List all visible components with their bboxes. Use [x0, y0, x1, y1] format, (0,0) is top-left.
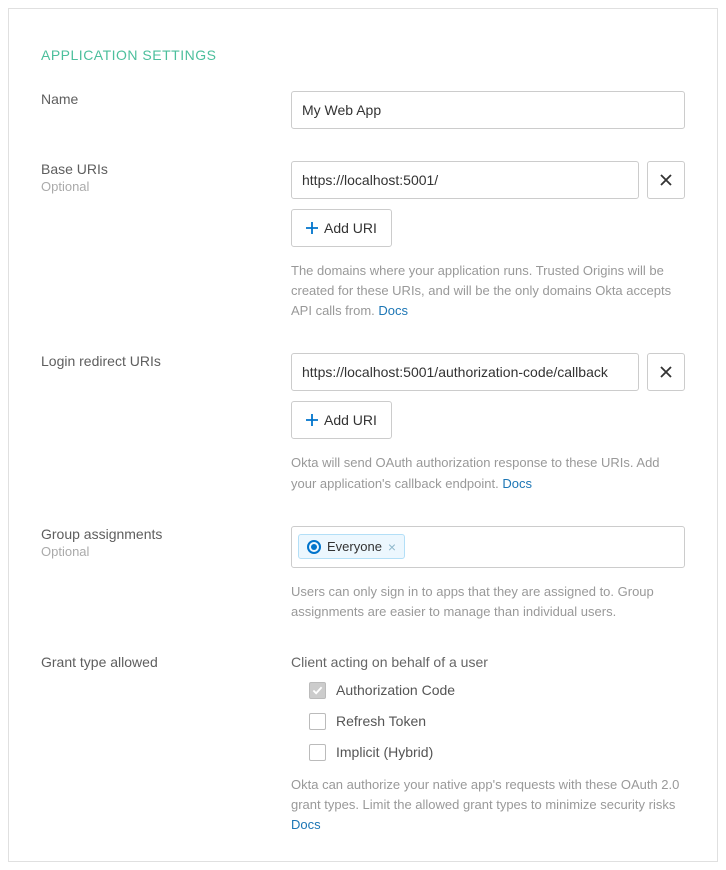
- help-text: The domains where your application runs.…: [291, 261, 685, 321]
- remove-uri-button[interactable]: [647, 161, 685, 199]
- row-grant-type: Grant type allowed Client acting on beha…: [41, 654, 685, 835]
- add-uri-button[interactable]: Add URI: [291, 209, 392, 247]
- help-grant: Okta can authorize your native app's req…: [291, 777, 679, 812]
- docs-link[interactable]: Docs: [291, 817, 321, 832]
- section-title: APPLICATION SETTINGS: [41, 47, 685, 63]
- group-tag-input[interactable]: Everyone ×: [291, 526, 685, 568]
- checkbox-refresh-token[interactable]: [309, 713, 326, 730]
- input-col: Add URI The domains where your applicati…: [291, 161, 685, 321]
- check-icon: [312, 685, 323, 696]
- tag-remove-button[interactable]: ×: [388, 540, 396, 554]
- docs-link[interactable]: Docs: [378, 303, 408, 318]
- help-login-redirect: Okta will send OAuth authorization respo…: [291, 455, 660, 490]
- uri-row: [291, 161, 685, 199]
- label-optional: Optional: [41, 179, 291, 194]
- help-text: Okta can authorize your native app's req…: [291, 775, 685, 835]
- label-col: Login redirect URIs: [41, 353, 291, 493]
- settings-panel: APPLICATION SETTINGS Name Base URIs Opti…: [8, 8, 718, 862]
- row-base-uris: Base URIs Optional Add URI The domains w…: [41, 161, 685, 321]
- label-login-redirect: Login redirect URIs: [41, 353, 291, 369]
- label-col: Name: [41, 91, 291, 129]
- remove-uri-button[interactable]: [647, 353, 685, 391]
- label-group-assignments: Group assignments: [41, 526, 291, 542]
- docs-link[interactable]: Docs: [502, 476, 532, 491]
- radio-icon: [307, 540, 321, 554]
- label-grant-type: Grant type allowed: [41, 654, 291, 670]
- label-col: Group assignments Optional: [41, 526, 291, 622]
- help-text: Users can only sign in to apps that they…: [291, 582, 685, 622]
- input-col: Client acting on behalf of a user Author…: [291, 654, 685, 835]
- label-col: Base URIs Optional: [41, 161, 291, 321]
- label-optional: Optional: [41, 544, 291, 559]
- checkbox-label: Refresh Token: [336, 713, 426, 729]
- check-row-auth-code: Authorization Code: [291, 682, 685, 699]
- checkbox-label: Implicit (Hybrid): [336, 744, 433, 760]
- input-col: Everyone × Users can only sign in to app…: [291, 526, 685, 622]
- add-uri-label: Add URI: [324, 412, 377, 428]
- grant-subheading: Client acting on behalf of a user: [291, 654, 685, 670]
- uri-row: [291, 353, 685, 391]
- checkbox-implicit[interactable]: [309, 744, 326, 761]
- help-text: Okta will send OAuth authorization respo…: [291, 453, 685, 493]
- add-uri-button[interactable]: Add URI: [291, 401, 392, 439]
- help-group: Users can only sign in to apps that they…: [291, 584, 654, 619]
- label-col: Grant type allowed: [41, 654, 291, 835]
- checkbox-auth-code[interactable]: [309, 682, 326, 699]
- row-login-redirect: Login redirect URIs Add URI Okta will se…: [41, 353, 685, 493]
- help-base-uris: The domains where your application runs.…: [291, 263, 671, 318]
- close-icon: [660, 366, 672, 378]
- group-tag-label: Everyone: [327, 539, 382, 554]
- input-col: Add URI Okta will send OAuth authorizati…: [291, 353, 685, 493]
- add-uri-label: Add URI: [324, 220, 377, 236]
- checkbox-label: Authorization Code: [336, 682, 455, 698]
- label-base-uris: Base URIs: [41, 161, 291, 177]
- row-name: Name: [41, 91, 685, 129]
- row-group-assignments: Group assignments Optional Everyone × Us…: [41, 526, 685, 622]
- close-icon: [660, 174, 672, 186]
- base-uri-input[interactable]: [291, 161, 639, 199]
- group-tag: Everyone ×: [298, 534, 405, 559]
- name-input[interactable]: [291, 91, 685, 129]
- check-row-implicit: Implicit (Hybrid): [291, 744, 685, 761]
- plus-icon: [306, 414, 318, 426]
- check-row-refresh-token: Refresh Token: [291, 713, 685, 730]
- input-col: [291, 91, 685, 129]
- plus-icon: [306, 222, 318, 234]
- label-name: Name: [41, 91, 291, 107]
- login-redirect-input[interactable]: [291, 353, 639, 391]
